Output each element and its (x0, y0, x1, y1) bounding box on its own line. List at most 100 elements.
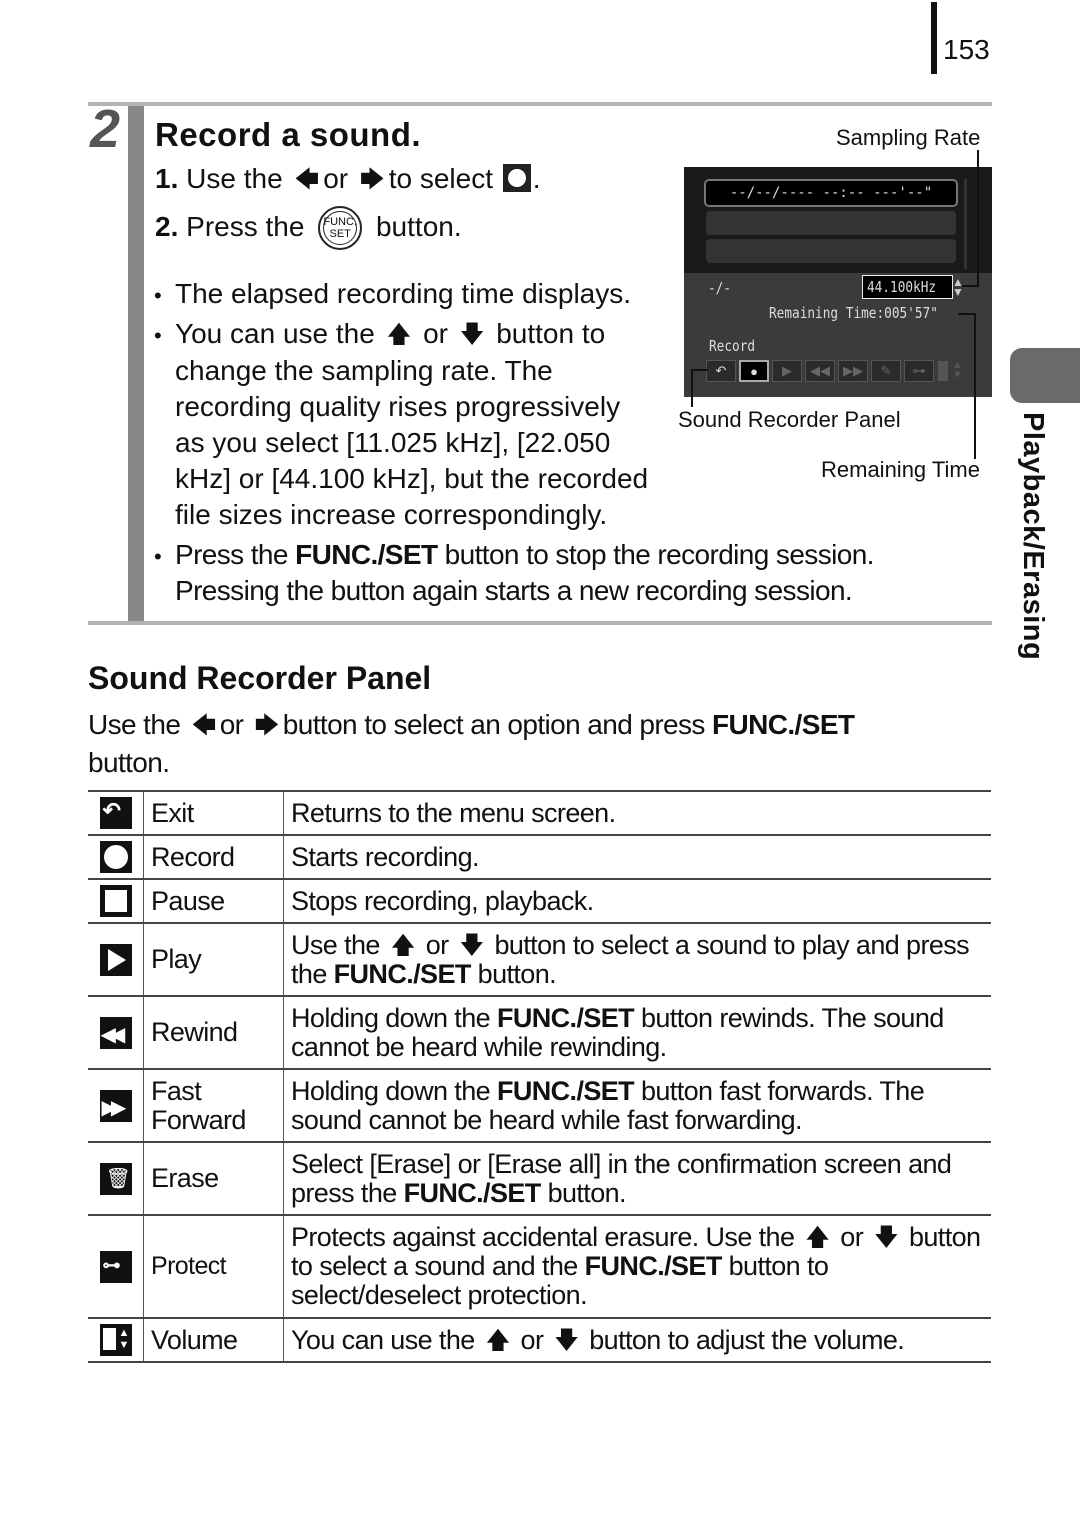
option-description: Select [Erase] or [Erase all] in the con… (283, 1141, 991, 1216)
instruction-number: 1. (155, 163, 179, 194)
instruction-text: Use the (186, 163, 283, 194)
table-row: ⊶ Protect Protects against accidental eras… (88, 1214, 991, 1319)
bullet-text: button to (496, 318, 606, 349)
table-row: Pause Stops recording, playback. (88, 878, 991, 924)
toolbar-protect-icon: ⊶ (904, 360, 934, 382)
page-number-bar (931, 2, 937, 74)
up-arrow-icon: 🡅 (386, 321, 412, 348)
sound-list-row (706, 239, 956, 263)
bullet-text: button to stop the recording session. (444, 539, 875, 570)
bullet-icon: • (154, 283, 162, 308)
bullet-text: You can use the (175, 318, 375, 349)
func-set-label: FUNC./SET (496, 1002, 635, 1033)
exit-icon: ↶ (99, 797, 132, 829)
option-name: Record (143, 834, 284, 880)
step-divider-top (88, 102, 992, 106)
record-icon (99, 841, 132, 873)
rewind-icon: ◀◀ (99, 1016, 132, 1049)
option-name: Pause (143, 878, 284, 924)
sound-list-row-selected: --/--/---- --:-- ---'--" (704, 179, 958, 207)
func-set-label: FUNC./SET (403, 1177, 542, 1208)
option-name: Play (143, 922, 284, 997)
volume-arrows-icon: ▲ ▼ (952, 359, 963, 381)
table-row: Play Use the 🡅 or 🡇 button to select a so… (88, 922, 991, 997)
instruction-text: . (532, 163, 541, 194)
toolbar-play-icon: ▶ (772, 360, 802, 382)
func-set-label: FUNC./SET (295, 539, 438, 570)
instruction-number: 2. (155, 211, 179, 242)
icon-cell: ↶ (88, 790, 144, 836)
bullet-text: Pressing the button again starts a new r… (175, 575, 853, 606)
sound-list-row (706, 211, 956, 235)
step-number: 2 (90, 99, 121, 159)
icon-cell (88, 922, 144, 997)
leader-line (962, 285, 979, 287)
step-title: Record a sound. (155, 116, 422, 153)
func-set-label: FUNC./SET (584, 1251, 723, 1281)
instruction-text: Press the (186, 211, 305, 242)
volume-icon: ▲ ▼ (99, 1324, 132, 1356)
instruction-1: 1. Use the 🡄 or 🡆 to select . (155, 162, 541, 203)
func-set-label: FUNC./SET (712, 709, 855, 740)
func-set-label: FUNC./SET (496, 1075, 635, 1106)
table-row: 🗑 Erase Select [Erase] or [Erase all] in t… (88, 1141, 991, 1216)
icon-cell: ⊶ (88, 1214, 144, 1319)
icon-cell: 🗑 (88, 1141, 144, 1216)
leader-line (958, 313, 976, 315)
scrollbar (964, 179, 967, 269)
section-title: Sound Recorder Panel (88, 660, 432, 696)
sound-recorder-panel-table: ↶ Exit Returns to the menu screen. Record St… (88, 790, 991, 1363)
toolbar-fast-forward-icon: ▶▶ (838, 360, 868, 382)
bullet-text: recording quality rises progressively (175, 391, 621, 422)
table-row: ↶ Exit Returns to the menu screen. (88, 790, 991, 836)
icon-cell: ◀◀ (88, 995, 144, 1070)
sampling-rate-value: 44.100kHz (862, 275, 954, 299)
option-description: Starts recording. (283, 834, 991, 880)
bullet-text: file sizes increase correspondingly. (175, 499, 608, 530)
step-divider-bottom (88, 621, 992, 625)
up-arrow-icon: 🡅 (485, 1326, 511, 1354)
remaining-time: Remaining Time:005'57" (769, 304, 938, 322)
leader-line (974, 313, 976, 459)
option-name: Fast Forward (143, 1068, 284, 1143)
down-arrow-icon: 🡇 (459, 931, 484, 959)
mode-label: Record (709, 337, 756, 355)
bullet-text: as you select [11.025 kHz], [22.050 (175, 427, 611, 458)
callout-sound-recorder-panel: Sound Recorder Panel (678, 407, 901, 432)
func-set-label: FUNC./SET (333, 958, 472, 989)
erase-icon: 🗑 (99, 1162, 132, 1195)
up-down-arrows-icon: ▲ ▼ (952, 275, 964, 299)
option-description: Use the 🡅 or 🡇 button to select a sound … (283, 922, 991, 997)
toolbar-rewind-icon: ◀◀ (805, 360, 835, 382)
page-number: 153 (943, 34, 990, 65)
callout-sampling-rate: Sampling Rate (836, 125, 981, 150)
bullet-text: Press the (175, 539, 288, 570)
option-description: Protects against accidental erasure. Use… (283, 1214, 991, 1319)
icon-cell: ▲ ▼ (88, 1317, 144, 1363)
leader-line (691, 369, 708, 371)
sampling-rate-text: 44.100kHz (867, 278, 937, 296)
table-row: Record Starts recording. (88, 834, 991, 880)
option-name: Rewind (143, 995, 284, 1070)
instruction-text: or (323, 163, 349, 194)
option-description: Stops recording, playback. (283, 878, 991, 924)
bullet-3: Press the FUNC./SET button to stop the r… (175, 537, 975, 609)
leader-line (977, 150, 979, 286)
section-intro: Use the 🡄 or 🡆 button to select an option … (88, 706, 988, 781)
chapter-tab (1010, 348, 1080, 403)
option-name: Volume (143, 1317, 284, 1363)
option-name: Exit (143, 790, 284, 836)
set-label: SET (329, 228, 351, 240)
intro-text: button to select an option and press (282, 709, 706, 740)
intro-text: Use the (88, 709, 181, 740)
step-side-bar (128, 106, 144, 622)
func-set-button-icon: FUNC. SET (318, 206, 363, 250)
bullet-1: The elapsed recording time displays. (175, 278, 632, 309)
sound-counter: -/- (708, 279, 732, 297)
instruction-text: to select (388, 163, 493, 194)
icon-cell (88, 834, 144, 880)
fast-forward-icon: ▶▶ (99, 1089, 132, 1122)
intro-text: button. (88, 747, 170, 778)
toolbar-erase-icon: ✎ (871, 360, 901, 382)
func-label: FUNC. (323, 216, 357, 228)
